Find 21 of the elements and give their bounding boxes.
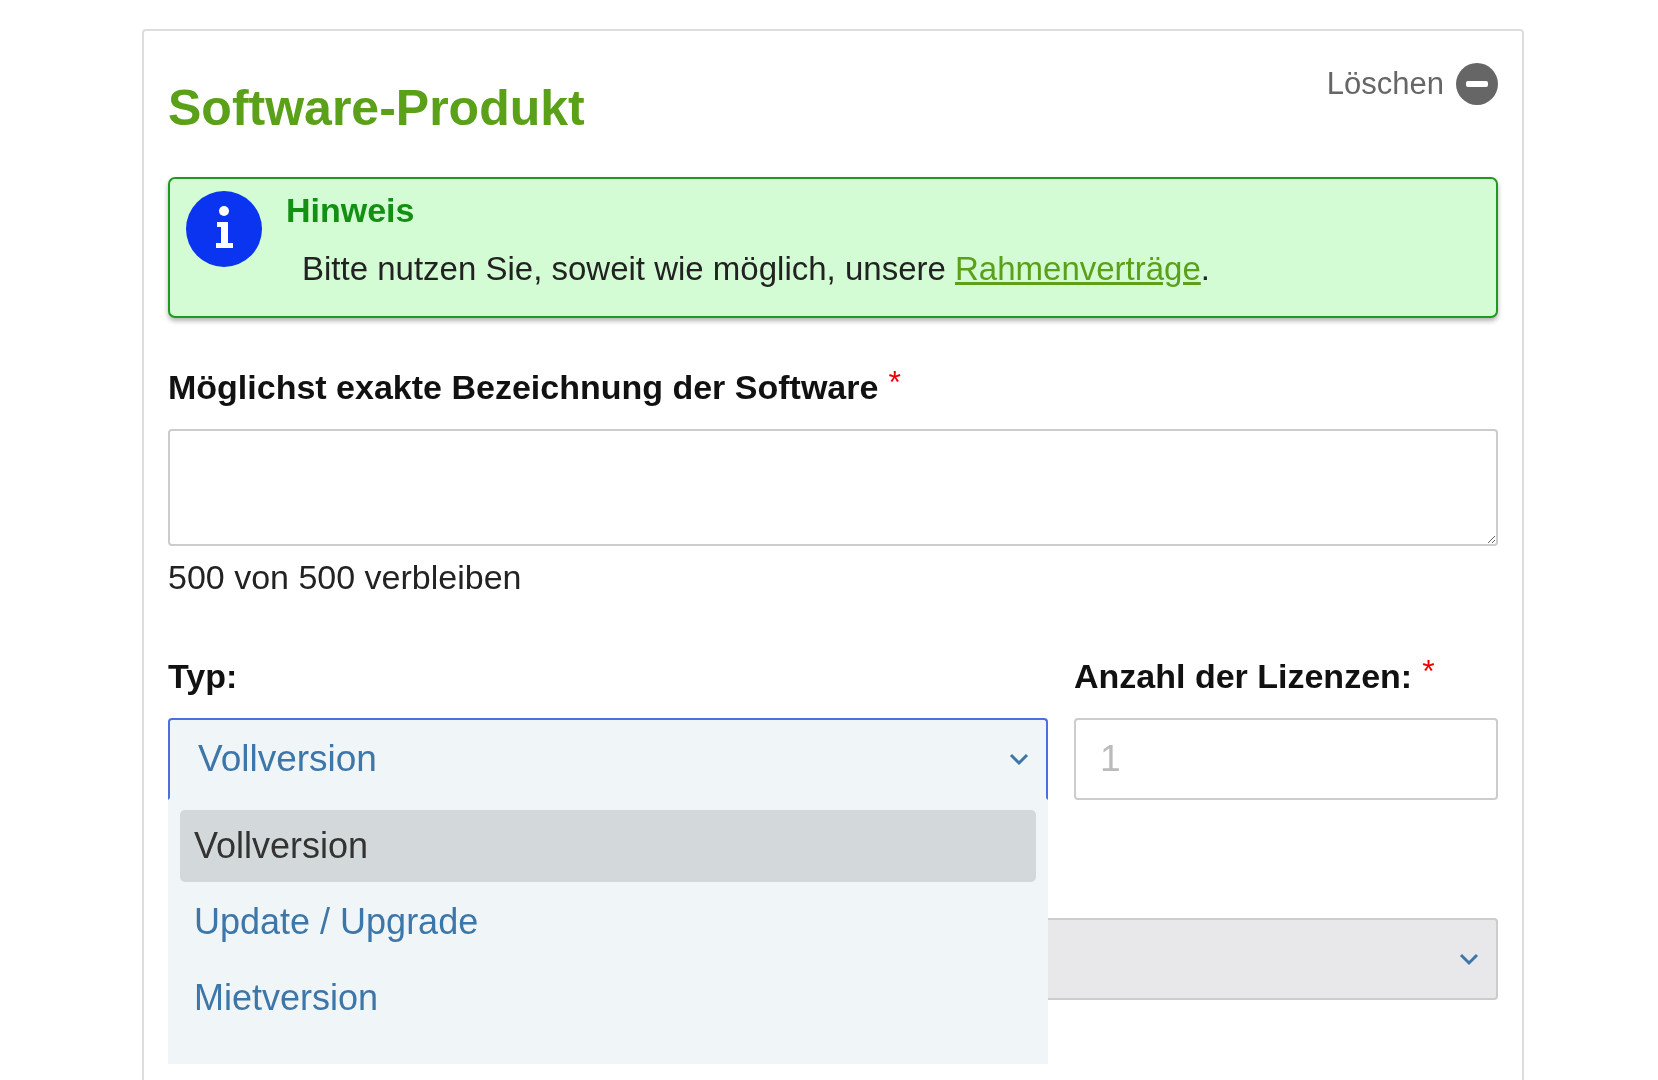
notice-text: Bitte nutzen Sie, soweit wie möglich, unsere Rahmenverträge. bbox=[302, 250, 1210, 288]
framework-contracts-link[interactable]: Rahmenverträge bbox=[955, 250, 1201, 287]
license-count-field[interactable]: 1 bbox=[1074, 718, 1498, 800]
card-title: Software-Produkt bbox=[168, 79, 585, 137]
field-label: Anzahl der Lizenzen: bbox=[1074, 657, 1413, 696]
character-counter: 500 von 500 verbleiben bbox=[168, 558, 523, 597]
field-label: Typ: bbox=[168, 657, 239, 696]
dropdown-option[interactable]: Vollversion bbox=[180, 810, 1036, 882]
info-icon bbox=[186, 191, 262, 267]
dropdown-option[interactable]: Update / Upgrade bbox=[180, 886, 1036, 958]
dropdown-option[interactable]: Mietversion bbox=[180, 962, 1036, 1034]
minus-circle-icon bbox=[1456, 63, 1498, 105]
chevron-down-icon bbox=[1008, 752, 1030, 766]
notice-title: Hinweis bbox=[286, 191, 416, 230]
required-mark: * bbox=[1422, 653, 1435, 690]
delete-button[interactable]: Löschen bbox=[1326, 63, 1498, 105]
type-select[interactable]: Vollversion bbox=[168, 718, 1048, 800]
field-label: Möglichst exakte Bezeichnung der Software bbox=[168, 368, 879, 407]
required-mark: * bbox=[888, 364, 901, 401]
chevron-down-icon bbox=[1458, 952, 1480, 966]
software-name-field[interactable] bbox=[168, 429, 1498, 546]
